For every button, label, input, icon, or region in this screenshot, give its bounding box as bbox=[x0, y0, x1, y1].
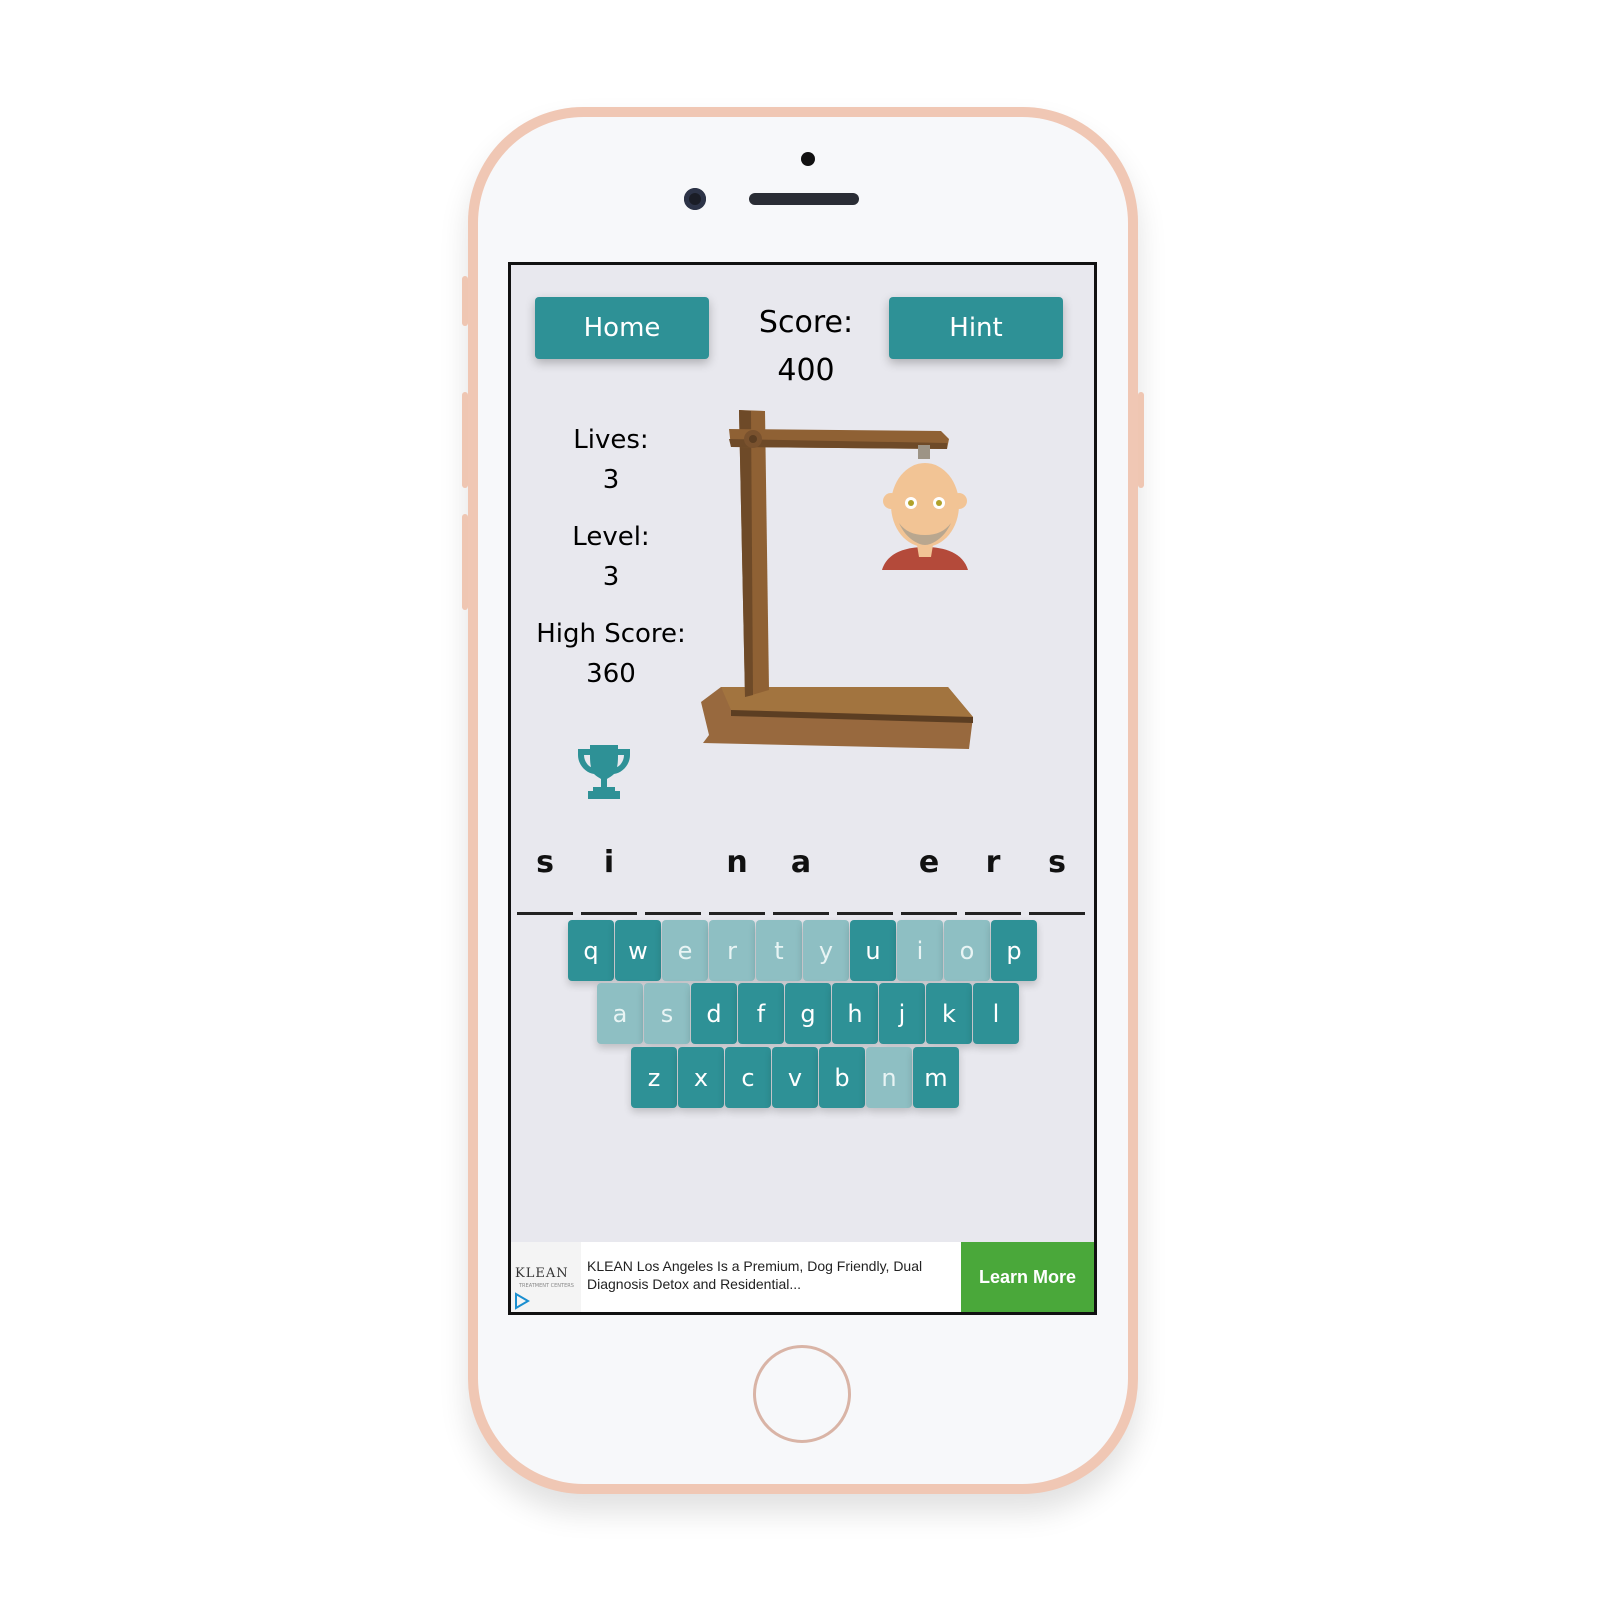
key-b[interactable]: b bbox=[819, 1047, 865, 1108]
lives-label: Lives: bbox=[573, 425, 649, 455]
score-label: Score: bbox=[758, 305, 854, 340]
high-score-label: High Score: bbox=[536, 619, 686, 649]
key-j[interactable]: j bbox=[879, 983, 925, 1044]
ad-logo[interactable]: KLEAN TREATMENT CENTERS bbox=[511, 1242, 581, 1312]
word-display: s i n a e r s bbox=[517, 845, 1094, 915]
side-button-mute bbox=[462, 276, 468, 326]
score-value: 400 bbox=[777, 353, 835, 388]
level-label: Level: bbox=[572, 522, 650, 552]
key-r: r bbox=[709, 920, 755, 981]
earpiece-speaker bbox=[749, 193, 859, 205]
ad-logo-text: KLEAN bbox=[515, 1266, 569, 1281]
letter-slot: i bbox=[581, 845, 637, 915]
key-q[interactable]: q bbox=[568, 920, 614, 981]
key-x[interactable]: x bbox=[678, 1047, 724, 1108]
letter-slot: n bbox=[709, 845, 765, 915]
key-z[interactable]: z bbox=[631, 1047, 677, 1108]
game-screen: Home Hint Score: 400 Lives: 3 Level: 3 H… bbox=[508, 262, 1097, 1315]
proximity-sensor bbox=[801, 152, 815, 166]
key-o: o bbox=[944, 920, 990, 981]
letter-slot bbox=[837, 845, 893, 915]
key-h[interactable]: h bbox=[832, 983, 878, 1044]
ad-logo-subtext: TREATMENT CENTERS bbox=[519, 1283, 574, 1289]
key-m[interactable]: m bbox=[913, 1047, 959, 1108]
letter-slot: s bbox=[517, 845, 573, 915]
letter-slot: a bbox=[773, 845, 829, 915]
letter-slot: r bbox=[965, 845, 1021, 915]
side-button-volume-down bbox=[462, 514, 468, 610]
hint-button[interactable]: Hint bbox=[889, 297, 1063, 359]
key-a: a bbox=[597, 983, 643, 1044]
key-p[interactable]: p bbox=[991, 920, 1037, 981]
key-e: e bbox=[662, 920, 708, 981]
front-camera bbox=[684, 188, 706, 210]
key-f[interactable]: f bbox=[738, 983, 784, 1044]
ad-banner[interactable]: KLEAN TREATMENT CENTERS KLEAN Los Angele… bbox=[511, 1242, 1094, 1312]
letter-slot bbox=[645, 845, 701, 915]
side-button-volume-up bbox=[462, 392, 468, 488]
home-button[interactable]: Home bbox=[535, 297, 709, 359]
ad-choices-icon[interactable] bbox=[513, 1292, 531, 1310]
ad-text: KLEAN Los Angeles Is a Premium, Dog Frie… bbox=[587, 1258, 923, 1292]
key-n: n bbox=[866, 1047, 912, 1108]
key-u[interactable]: u bbox=[850, 920, 896, 981]
key-w[interactable]: w bbox=[615, 920, 661, 981]
key-i: i bbox=[897, 920, 943, 981]
key-t: t bbox=[756, 920, 802, 981]
letter-slot: e bbox=[901, 845, 957, 915]
side-button-power bbox=[1138, 392, 1144, 488]
key-s: s bbox=[644, 983, 690, 1044]
key-k[interactable]: k bbox=[926, 983, 972, 1044]
home-hardware-button[interactable] bbox=[753, 1345, 851, 1443]
key-c[interactable]: c bbox=[725, 1047, 771, 1108]
key-d[interactable]: d bbox=[691, 983, 737, 1044]
learn-more-button[interactable]: Learn More bbox=[961, 1242, 1094, 1312]
high-score-value: 360 bbox=[586, 659, 636, 689]
key-l[interactable]: l bbox=[973, 983, 1019, 1044]
letter-slot: s bbox=[1029, 845, 1085, 915]
gallows-illustration bbox=[701, 410, 973, 749]
lives-value: 3 bbox=[602, 465, 620, 495]
key-g[interactable]: g bbox=[785, 983, 831, 1044]
key-y: y bbox=[803, 920, 849, 981]
trophy-icon[interactable] bbox=[574, 743, 634, 803]
level-value: 3 bbox=[602, 562, 620, 592]
key-v[interactable]: v bbox=[772, 1047, 818, 1108]
